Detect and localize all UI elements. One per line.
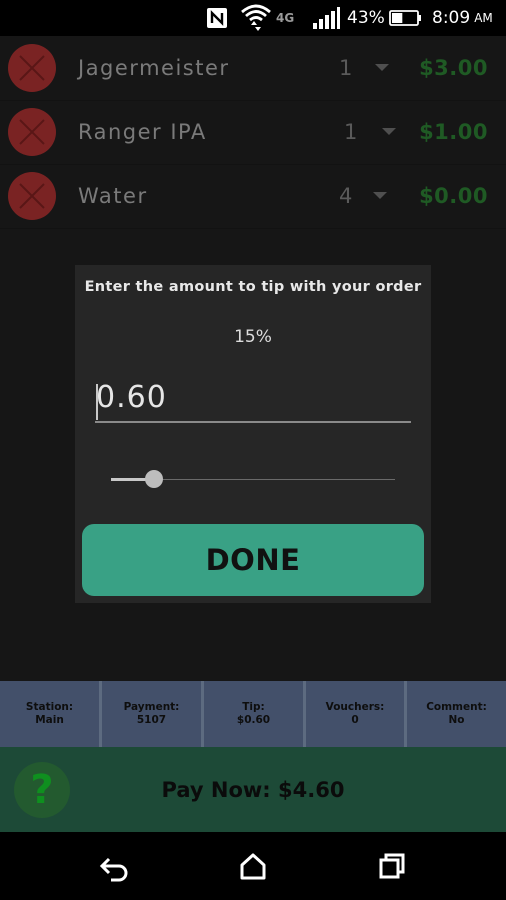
- item-name: Water: [78, 184, 148, 208]
- network-type: 4G: [276, 11, 295, 25]
- remove-item-button[interactable]: [8, 44, 56, 92]
- status-bar: 4G 43% 8:09 AM: [0, 0, 506, 36]
- close-icon: [19, 119, 45, 145]
- comment-cell[interactable]: Comment: No: [407, 681, 506, 747]
- input-underline: [95, 421, 411, 423]
- clock: 8:09 AM: [432, 0, 493, 36]
- pay-now-button[interactable]: Pay Now: $4.60: [0, 747, 506, 832]
- item-price: $3.00: [419, 56, 488, 80]
- item-name: Ranger IPA: [78, 120, 207, 144]
- vouchers-value: 0: [351, 714, 359, 726]
- recents-icon[interactable]: [372, 846, 412, 886]
- battery-icon: [389, 0, 423, 36]
- back-icon[interactable]: [93, 846, 133, 886]
- order-row: Ranger IPA 1 $1.00: [0, 100, 506, 165]
- dialog-title: Enter the amount to tip with your order: [84, 279, 422, 295]
- pay-now-bar: Pay Now: $4.60 ?: [0, 747, 506, 832]
- battery-percent: 43%: [347, 8, 385, 28]
- payment-cell[interactable]: Payment: 5107: [102, 681, 201, 747]
- chevron-down-icon[interactable]: [375, 64, 389, 71]
- home-icon[interactable]: [233, 846, 273, 886]
- comment-label: Comment:: [426, 701, 487, 713]
- tip-value: $0.60: [236, 714, 271, 726]
- remove-item-button[interactable]: [8, 172, 56, 220]
- station-label: Station:: [25, 701, 74, 713]
- station-value: Main: [35, 714, 64, 726]
- quantity-select[interactable]: 4: [339, 164, 352, 228]
- tip-amount-input[interactable]: [96, 377, 408, 417]
- remove-item-button[interactable]: [8, 108, 56, 156]
- clock-time: 8:09: [432, 8, 471, 28]
- order-row: Water 4 $0.00: [0, 164, 506, 229]
- slider-thumb[interactable]: [144, 470, 163, 488]
- question-icon: ?: [30, 767, 54, 813]
- item-price: $0.00: [419, 184, 488, 208]
- tip-label: Tip:: [242, 701, 265, 713]
- order-info-bar: Station: Main Payment: 5107 Tip: $0.60 V…: [0, 681, 506, 747]
- payment-value: 5107: [136, 714, 167, 726]
- text-cursor: [96, 384, 98, 420]
- order-row: Jagermeister 1 $3.00: [0, 36, 506, 101]
- chevron-down-icon[interactable]: [382, 128, 396, 135]
- clock-suffix: AM: [474, 11, 493, 25]
- tip-percent: 15%: [234, 327, 272, 347]
- close-icon: [19, 55, 45, 81]
- nfc-icon: [206, 0, 228, 36]
- tip-dialog: Enter the amount to tip with your order …: [75, 265, 431, 603]
- station-cell[interactable]: Station: Main: [0, 681, 99, 747]
- signal-icon: [312, 0, 340, 36]
- comment-value: No: [448, 714, 465, 726]
- item-name: Jagermeister: [78, 56, 230, 80]
- vouchers-cell[interactable]: Vouchers: 0: [306, 681, 404, 747]
- tip-cell[interactable]: Tip: $0.60: [204, 681, 303, 747]
- payment-label: Payment:: [123, 701, 180, 713]
- help-button[interactable]: ?: [14, 762, 70, 818]
- quantity-select[interactable]: 1: [339, 36, 352, 100]
- vouchers-label: Vouchers:: [325, 701, 385, 713]
- quantity-select[interactable]: 1: [344, 100, 357, 164]
- done-button[interactable]: DONE: [82, 524, 424, 596]
- wifi-icon: [240, 0, 272, 36]
- close-icon: [19, 183, 45, 209]
- item-price: $1.00: [419, 120, 488, 144]
- app-screen: Jagermeister 1 $3.00 Ranger IPA 1 $1.00 …: [0, 36, 506, 832]
- system-nav-bar: [0, 832, 506, 900]
- chevron-down-icon[interactable]: [373, 192, 387, 199]
